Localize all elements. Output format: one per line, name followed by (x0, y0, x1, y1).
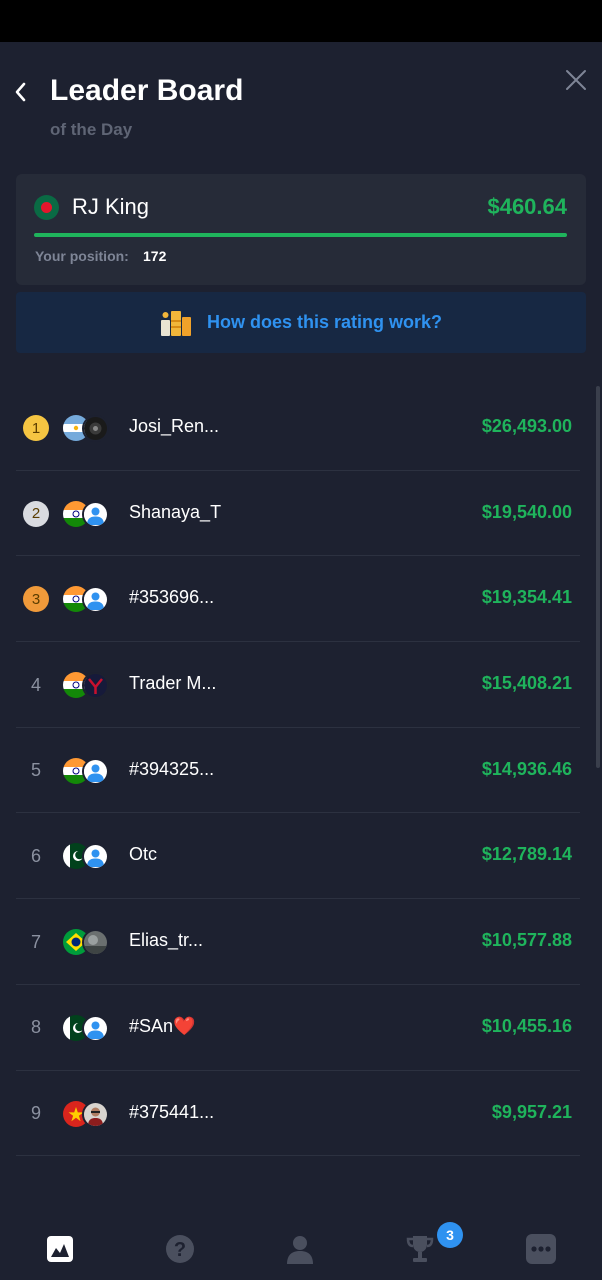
rank-number: 6 (30, 845, 41, 866)
trader-name: Shanaya_T (129, 501, 222, 522)
help-icon: ? (166, 1235, 194, 1263)
user-avatar (82, 1014, 109, 1042)
profile-icon (287, 1236, 313, 1264)
trader-amount: $19,354.41 (481, 587, 572, 608)
page-subtitle: of the Day (50, 120, 133, 139)
rank-number: 7 (30, 931, 41, 952)
trader-amount: $19,540.00 (481, 501, 572, 522)
trader-amount: $12,789.14 (481, 844, 572, 865)
trader-name: #394325... (129, 758, 215, 779)
svg-text:?: ? (174, 1239, 186, 1261)
status-bar (0, 0, 602, 42)
leaderboard-row[interactable]: 8 #SAn❤️ $10,455.16 (16, 985, 580, 1071)
scrollbar[interactable] (596, 386, 600, 768)
my-position-label: Your position: (35, 248, 129, 264)
chart-icon (47, 1236, 73, 1262)
trophy-notification-badge: 3 (437, 1222, 463, 1248)
back-button[interactable] (8, 78, 32, 106)
leaderboard-list: 1 Josi_Ren... $26,493.00 2 Shanaya_T $19,540.… (16, 385, 580, 1195)
trader-amount: $10,455.16 (481, 1015, 572, 1036)
user-avatar (82, 500, 109, 528)
header: Leader Board of the Day (0, 42, 602, 172)
rank-medal-icon: 1 (23, 415, 49, 441)
trader-amount: $15,408.21 (481, 673, 572, 694)
user-avatar (82, 757, 109, 785)
rank-number: 5 (30, 760, 41, 781)
chevron-left-icon (15, 82, 26, 102)
nav-more-button[interactable] (526, 1234, 556, 1264)
my-progress-bar (34, 233, 567, 237)
trophy-icon (406, 1236, 434, 1262)
close-icon (566, 70, 586, 90)
user-avatar (82, 1100, 109, 1128)
leaderboard-row[interactable]: 5 #394325... $14,936.46 (16, 728, 580, 814)
my-name: RJ King (72, 194, 150, 219)
my-amount: $460.64 (487, 194, 567, 219)
user-avatar (82, 586, 109, 614)
my-position-value: 172 (143, 248, 167, 264)
trader-name: #SAn❤️ (129, 1015, 196, 1036)
user-avatar (82, 672, 109, 700)
leaderboard-row[interactable]: 4 Trader M... $15,408.21 (16, 642, 580, 728)
leaderboard-row[interactable]: 1 Josi_Ren... $26,493.00 (16, 385, 580, 471)
trader-name: #353696... (129, 587, 215, 608)
my-position-card: RJ King $460.64 Your position: 172 (16, 174, 586, 285)
page-title: Leader Board (50, 74, 244, 107)
rank-number: 8 (30, 1017, 41, 1038)
nav-trophy-button[interactable] (405, 1234, 435, 1264)
leaderboard-row[interactable]: 3 #353696... $19,354.41 (16, 556, 580, 643)
user-avatar (82, 415, 109, 442)
my-progress-fill (34, 233, 567, 237)
trader-name: Otc (129, 844, 158, 865)
bottom-nav: ? (0, 1204, 602, 1280)
user-avatar (82, 843, 109, 871)
trader-name: Trader M... (129, 673, 217, 694)
leaderboard-row[interactable]: 7 Elias_tr... $10,577.88 (16, 899, 580, 985)
leaderboard-row[interactable]: 6 Otc $12,789.14 (16, 813, 580, 900)
leaderboard-row[interactable]: 2 Shanaya_T $19,540.00 (16, 471, 580, 557)
user-avatar (82, 929, 109, 957)
trader-amount: $9,957.21 (491, 1101, 572, 1122)
leaderboard-row-partial[interactable] (16, 1156, 580, 1195)
bangladesh-flag-icon (34, 195, 59, 220)
trader-amount: $14,936.46 (481, 758, 572, 779)
trader-amount: $10,577.88 (481, 930, 572, 951)
leaderboard-row[interactable]: 9 #375441... $9,957.21 (16, 1071, 580, 1157)
nav-chart-button[interactable] (45, 1234, 75, 1264)
rank-number: 4 (30, 674, 41, 695)
close-button[interactable] (562, 66, 590, 94)
rank-medal-icon: 2 (23, 500, 49, 527)
trader-name: Josi_Ren... (129, 416, 220, 436)
nav-help-button[interactable]: ? (165, 1234, 195, 1264)
trophy-stack-icon (160, 310, 191, 336)
trader-name: Elias_tr... (129, 930, 204, 951)
more-icon (526, 1234, 556, 1264)
trader-name: #375441... (129, 1101, 215, 1122)
rank-medal-icon: 3 (23, 586, 49, 613)
nav-profile-button[interactable] (285, 1234, 315, 1264)
rating-info-link[interactable]: How does this rating work? (16, 292, 586, 353)
rating-info-label: How does this rating work? (206, 312, 443, 332)
trader-amount: $26,493.00 (481, 416, 572, 436)
rank-number: 9 (30, 1103, 41, 1123)
